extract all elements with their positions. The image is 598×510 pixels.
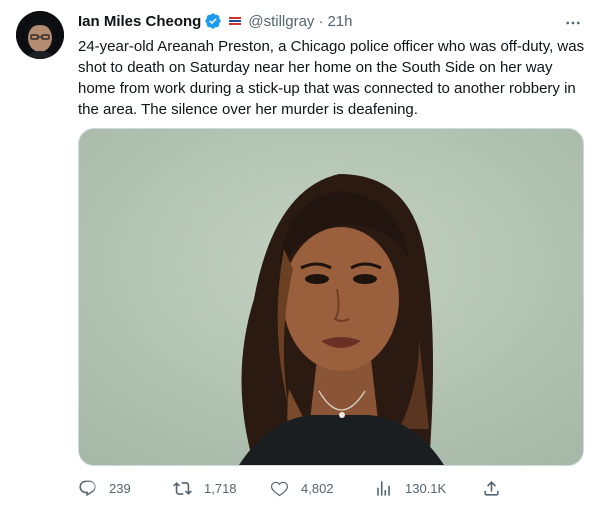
tweet-actions: 239 1,718 4,802 130.1K (78, 472, 584, 504)
retweet-count: 1,718 (204, 480, 237, 496)
tweet-timestamp[interactable]: 21h (327, 13, 352, 30)
photo-image (79, 129, 583, 465)
header-separator: · (318, 12, 324, 30)
reply-button[interactable]: 239 (78, 472, 131, 504)
avatar[interactable] (16, 11, 64, 59)
more-icon[interactable] (562, 12, 584, 34)
retweet-icon (173, 479, 192, 498)
reply-count: 239 (109, 480, 131, 496)
affiliate-badge-icon[interactable] (228, 15, 243, 27)
reply-icon (78, 479, 97, 498)
avatar-image (16, 11, 64, 59)
tweet-text: 24-year-old Areanah Preston, a Chicago p… (78, 38, 585, 118)
share-icon (482, 479, 501, 498)
like-button[interactable]: 4,802 (270, 472, 334, 504)
author-handle[interactable]: @stillgray (248, 13, 314, 30)
like-count: 4,802 (301, 480, 334, 496)
views-icon (374, 479, 393, 498)
share-button[interactable] (482, 472, 501, 504)
tweet-photo[interactable] (78, 128, 584, 466)
retweet-button[interactable]: 1,718 (173, 472, 237, 504)
views-button[interactable]: 130.1K (374, 472, 446, 504)
tweet[interactable]: Ian Miles Cheong @stillgray · 21h 24-yea… (0, 0, 598, 510)
verified-badge-icon[interactable] (204, 12, 222, 30)
heart-icon (270, 479, 289, 498)
views-count: 130.1K (405, 480, 447, 496)
author-name[interactable]: Ian Miles Cheong (78, 13, 201, 30)
tweet-header: Ian Miles Cheong @stillgray · 21h (78, 10, 352, 32)
